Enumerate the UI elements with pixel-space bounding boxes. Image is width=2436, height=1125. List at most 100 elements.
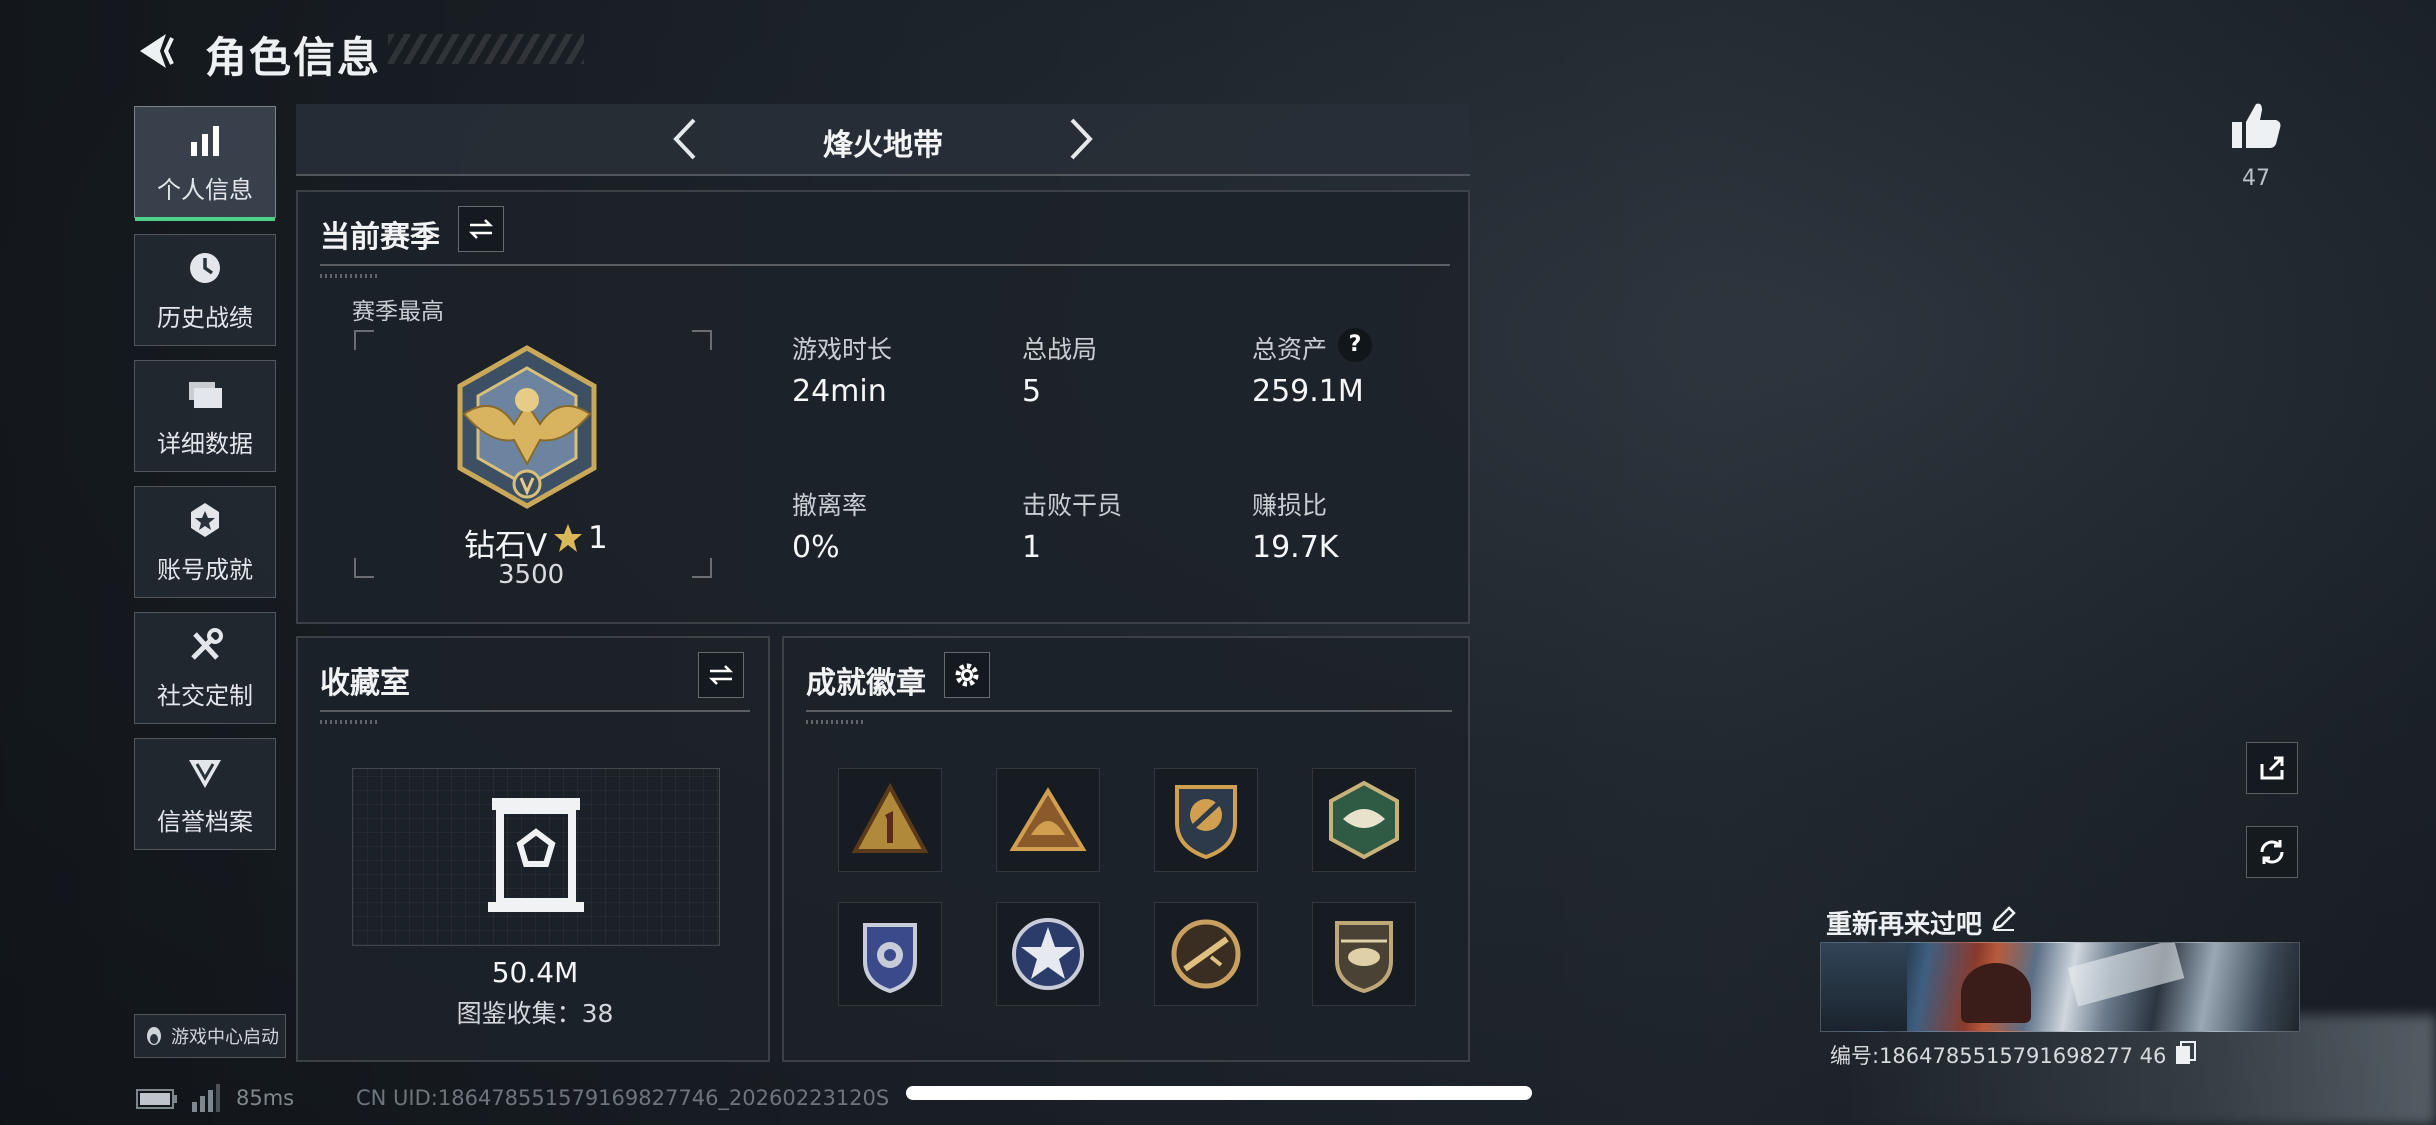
badge-triangle-1[interactable] xyxy=(838,768,942,872)
refresh-button[interactable] xyxy=(2246,826,2298,878)
collection-value: 50.4M xyxy=(491,956,579,989)
sidebar-item-label: 社交定制 xyxy=(157,681,253,710)
sidebar-item-social-custom[interactable]: 社交定制 xyxy=(134,612,276,724)
collection-title: 收藏室 xyxy=(320,666,410,701)
chevron-right-icon[interactable] xyxy=(1054,114,1104,164)
player-id: 编号:1864785515791698277 46 xyxy=(1830,1044,2167,1068)
stat-value-profit-loss-ratio: 19.7K xyxy=(1252,530,1339,565)
pencil-icon[interactable] xyxy=(1990,904,2018,932)
share-icon xyxy=(2260,756,2284,780)
profile-name: 重新再来过吧 xyxy=(1826,910,1983,940)
star-badge-icon xyxy=(1012,918,1084,990)
achievements-panel[interactable]: 成就徽章 xyxy=(782,636,1470,1062)
frame-corner xyxy=(692,558,712,578)
sidebar-item-label: 详细数据 xyxy=(157,429,253,458)
rank-score: 3500 xyxy=(498,560,565,590)
home-indicator[interactable] xyxy=(906,1086,1532,1100)
divider xyxy=(320,264,1450,266)
badge-circle-rifle[interactable] xyxy=(1154,902,1258,1006)
help-icon[interactable]: ? xyxy=(1338,328,1372,362)
swap-icon xyxy=(708,665,734,685)
helicopter-badge-icon xyxy=(1335,921,1393,994)
thumbs-up-icon[interactable] xyxy=(2228,98,2284,154)
badge-triangle-helmet[interactable] xyxy=(996,768,1100,872)
hexagon-green-badge-icon xyxy=(1329,780,1399,860)
title-decoration xyxy=(388,34,584,64)
sidebar-item-label: 账号成就 xyxy=(157,555,253,584)
signal-icon xyxy=(192,1084,220,1112)
divider xyxy=(806,710,1452,712)
stat-label-total-assets: 总资产 xyxy=(1252,335,1328,364)
stat-value-operators-defeated: 1 xyxy=(1022,530,1042,565)
circle-rifle-badge-icon xyxy=(1171,919,1241,989)
badge-police[interactable] xyxy=(838,902,942,1006)
game-center-button[interactable]: 游戏中心启动 xyxy=(134,1014,286,1058)
sidebar-item-credit-record[interactable]: 信誉档案 xyxy=(134,738,276,850)
stat-label-total-matches: 总战局 xyxy=(1022,335,1098,364)
game-center-label: 游戏中心启动 xyxy=(171,1027,279,1048)
sidebar-item-account-achievements[interactable]: 账号成就 xyxy=(134,486,276,598)
qq-penguin-icon xyxy=(147,1027,161,1045)
stat-value-total-matches: 5 xyxy=(1022,374,1042,409)
divider-dots xyxy=(320,274,380,278)
badge-star[interactable] xyxy=(996,902,1100,1006)
stat-label-profit-loss-ratio: 赚损比 xyxy=(1252,491,1328,520)
sidebar-item-label: 历史战绩 xyxy=(157,303,253,332)
sidebar-item-detailed-data[interactable]: 详细数据 xyxy=(134,360,276,472)
achievements-settings-button[interactable] xyxy=(944,652,990,698)
mode-selector: 烽火地带 xyxy=(296,104,1470,176)
triangle-helmet-badge-icon xyxy=(1009,787,1087,851)
achievements-title: 成就徽章 xyxy=(806,666,926,701)
frame-corner xyxy=(354,558,374,578)
shield-badge-icon xyxy=(189,759,221,788)
page-title: 角色信息 xyxy=(205,33,382,82)
stat-value-total-assets: 259.1M xyxy=(1252,374,1364,409)
rank-name: 钻石V xyxy=(464,528,548,564)
sidebar-item-label: 信誉档案 xyxy=(157,807,253,836)
back-arrow-icon[interactable] xyxy=(132,28,178,74)
frame-corner xyxy=(354,330,374,350)
divider xyxy=(320,710,750,712)
refresh-icon xyxy=(2260,840,2284,864)
police-badge-icon xyxy=(863,923,917,994)
badge-helicopter[interactable] xyxy=(1312,902,1416,1006)
divider-dots xyxy=(806,720,866,724)
medal-icon xyxy=(191,502,219,537)
swap-icon xyxy=(468,219,494,239)
copy-icon[interactable] xyxy=(2174,1040,2198,1066)
sidebar-item-label: 个人信息 xyxy=(157,175,253,204)
tools-icon xyxy=(191,627,223,660)
cn-uid-text: CN UID:186478551579169827746_20260223120… xyxy=(356,1086,890,1110)
triangle-1-badge-icon xyxy=(851,782,929,853)
collection-count: 图鉴收集：38 xyxy=(456,999,614,1028)
season-panel: 当前赛季 赛季最高 钻石V 1 3500 游戏时长 24min 总战局 5 总资… xyxy=(296,190,1470,624)
shield-crest-badge-icon xyxy=(1175,785,1237,860)
stat-label-playtime: 游戏时长 xyxy=(792,335,893,364)
folder-icon xyxy=(189,381,222,408)
bar-chart-icon xyxy=(191,125,219,156)
like-count: 47 xyxy=(2242,166,2270,191)
season-switch-button[interactable] xyxy=(458,206,504,252)
season-best-label: 赛季最高 xyxy=(352,299,444,325)
divider-dots xyxy=(320,720,380,724)
vault-icon xyxy=(488,798,584,912)
battery-icon xyxy=(136,1089,177,1109)
history-icon xyxy=(190,252,220,283)
stat-value-playtime: 24min xyxy=(792,374,887,409)
badge-shield-crest[interactable] xyxy=(1154,768,1258,872)
collection-panel[interactable]: 收藏室 50.4M 图鉴收集：38 xyxy=(296,636,770,1062)
stat-value-extraction-rate: 0% xyxy=(792,530,840,565)
stat-label-extraction-rate: 撤离率 xyxy=(792,491,868,520)
profile-banner[interactable] xyxy=(1820,942,2300,1032)
star-icon xyxy=(554,524,582,552)
collection-switch-button[interactable] xyxy=(698,652,744,698)
stat-label-operators-defeated: 击败干员 xyxy=(1022,491,1123,520)
ping-text: 85ms xyxy=(236,1086,295,1110)
badge-hexagon-green[interactable] xyxy=(1312,768,1416,872)
mode-title: 烽火地带 xyxy=(823,128,943,163)
season-title: 当前赛季 xyxy=(320,220,440,255)
rank-emblem-icon xyxy=(457,345,597,509)
sidebar-item-match-history[interactable]: 历史战绩 xyxy=(134,234,276,346)
share-button[interactable] xyxy=(2246,742,2298,794)
sidebar-item-personal-info[interactable]: 个人信息 xyxy=(134,106,276,221)
